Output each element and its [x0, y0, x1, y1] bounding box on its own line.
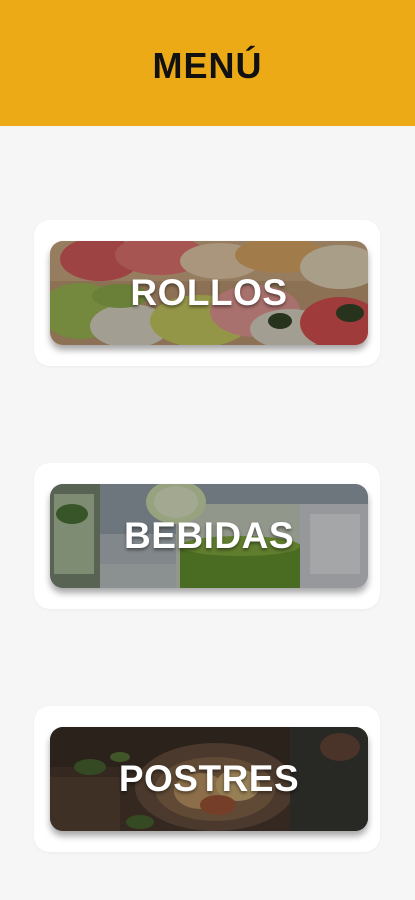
page-title: MENÚ [152, 45, 263, 86]
category-bebidas-label: BEBIDAS [123, 515, 295, 556]
category-postres-label: POSTRES [118, 758, 300, 799]
category-bebidas-button[interactable]: BEBIDAS [50, 484, 368, 588]
category-rollos-button[interactable]: ROLLOS [50, 241, 368, 345]
menu-card-postres: POSTRES [34, 706, 380, 852]
menu-card-bebidas: BEBIDAS [34, 463, 380, 609]
category-rollos-label: ROLLOS [130, 272, 288, 313]
menu-card-rollos: ROLLOS [34, 220, 380, 366]
app-header: MENÚ [0, 0, 415, 126]
category-postres-button[interactable]: POSTRES [50, 727, 368, 831]
